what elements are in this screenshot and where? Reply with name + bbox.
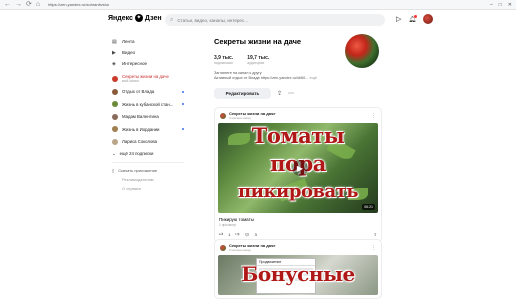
advertisers-link[interactable]: Рекламодателям [112,175,184,184]
search-icon: ⌕ [170,16,174,23]
thumbnail-text: пикировать [237,181,359,202]
avatar [220,244,226,251]
avatar [112,88,118,95]
maximize-icon[interactable]: □ [499,2,502,8]
header-actions: ▷ 🔔︎ [396,14,434,24]
studio-icon[interactable]: ▷ [396,15,401,23]
description-more-link[interactable]: ещё [309,76,316,80]
avatar[interactable] [423,14,434,24]
comment-count: 3 [254,231,257,237]
zen-star-icon [134,14,143,22]
card-header: Секреты жизни на даче 3 месяца назад ⋮ [215,108,381,120]
card-date: 3 месяца назад [229,115,251,120]
sidebar-channel-label: Жизнь в Иордании [122,126,160,132]
video-card[interactable]: Секреты жизни на даче 3 месяца назад ⋮ П… [214,239,382,299]
sidebar-item-feed[interactable]: ▤ Лента [112,36,184,47]
sidebar-channel[interactable]: Секреты жизни на даче мой канал [112,73,184,86]
video-duration: 06:21 [362,204,375,210]
share-icon[interactable]: ⇪ [374,232,377,237]
stat-label: аудитория [247,61,265,65]
sidebar-item-label: Интересное [122,61,147,66]
card-channel-name[interactable]: Секреты жизни на даче [229,243,275,248]
thumbnail-text: Бонусные [241,262,355,286]
more-icon[interactable]: ⋮ [371,245,376,251]
sidebar-channel-label: Жизнь в кубанской стан... [122,101,174,107]
close-icon[interactable]: ✕ [508,2,512,8]
search-bar[interactable]: ⌕ [165,14,385,26]
avatar [112,138,118,145]
card-header: Секреты жизни на даче 3 месяца назад ⋮ [215,240,381,252]
sidebar-item-video[interactable]: ▶ Видео [112,47,184,58]
dislike-icon[interactable]: 👎︎ [235,231,239,237]
sidebar-channel-sub: мой канал [122,79,139,84]
stat-subscribers: 3,9 тыс. подписчики [214,55,233,65]
video-thumbnail[interactable]: Томаты пора пикировать ▶ 06:21 [218,123,378,213]
channel-actions: Редактировать ⇪ ⋯ [214,88,384,99]
like-count: 1 [228,231,231,237]
about-link[interactable]: О сервисе [112,184,184,193]
sidebar-channel[interactable]: Жизнь в кубанской стан... [112,98,184,111]
sidebar-item-label: Видео [122,50,136,55]
stat-label: подписчики [214,61,233,65]
sidebar-channel[interactable]: Отдых от Влада [112,86,184,99]
chevron-down-icon: ⌄ [112,150,116,156]
more-icon[interactable]: ⋯ [288,90,294,97]
stat-audience: 19,7 тыс. аудитория [247,55,269,65]
new-content-dot [182,103,184,106]
home-icon[interactable]: ⌂ [36,0,40,10]
play-icon[interactable]: ▶ [292,160,308,176]
reload-icon[interactable]: ⟳ [26,0,32,10]
card-date: 3 месяца назад [229,247,251,252]
forward-icon[interactable]: → [15,0,22,10]
logo-product: Дзен [144,14,162,22]
like-icon[interactable]: 👍︎ [219,231,223,237]
browser-toolbar: ← → ⟳ ⌂ https://zen.yandex.ru/sohranitvs… [0,0,516,10]
avatar [112,126,118,133]
sidebar-more-label: ещё 24 подписки [119,151,154,156]
divider [112,162,184,163]
sidebar-item-interesting[interactable]: ◈ Интересное [112,58,184,69]
download-app-link[interactable]: ▯ Скачать приложение [112,166,184,175]
logo[interactable]: Яндекс Дзен [108,14,162,22]
card-channel-name[interactable]: Секреты жизни на даче [229,111,275,116]
site-header: Яндекс Дзен ⌕ ▷ 🔔︎ [0,10,516,30]
avatar [220,112,226,119]
avatar [112,113,118,120]
sidebar: ▤ Лента ▶ Видео ◈ Интересное Секреты жиз… [112,36,184,193]
comment-icon[interactable]: 💬︎ [244,232,249,237]
new-content-dot [182,90,184,93]
avatar [112,101,118,108]
search-input[interactable] [177,17,368,23]
minimize-icon[interactable]: – [490,2,493,8]
more-icon[interactable]: ⋮ [371,113,376,119]
sidebar-channel[interactable]: Жизнь в Иордании [112,123,184,136]
sidebar-channel-label: Мадам Валентина [122,114,159,120]
sidebar-channel-label: Лариса Соколова [122,139,158,145]
edit-button[interactable]: Редактировать [214,88,271,99]
new-content-dot [182,128,184,131]
logo-brand: Яндекс [108,14,133,22]
phone-icon: ▯ [112,168,115,173]
share-icon[interactable]: ⇪ [277,90,282,97]
sidebar-channel[interactable]: Лариса Соколова [112,136,184,149]
sidebar-item-label: Лента [122,39,135,44]
notifications-icon[interactable]: 🔔︎ [408,14,417,23]
interesting-icon: ◈ [112,60,116,67]
footer-label: Скачать приложение [118,168,158,173]
video-card[interactable]: Секреты жизни на даче 3 месяца назад ⋮ Т… [214,107,382,243]
description-line: Активный отдых от Влада https://zen.yand… [214,76,309,80]
channel-avatar [345,34,379,68]
sidebar-more-subscriptions[interactable]: ⌄ ещё 24 подписки [112,148,184,159]
video-icon: ▶ [112,49,116,56]
address-bar[interactable]: https://zen.yandex.ru/sohranitvsho [48,2,348,7]
channel-description: Заглянете на канал к другу Активный отды… [214,71,384,81]
sidebar-channel-label: Отдых от Влада [122,89,155,95]
video-thumbnail[interactable]: Продвижение Бонусные [218,255,378,295]
back-icon[interactable]: ← [4,0,11,10]
thumbnail-text: Томаты [251,123,345,148]
feed-icon: ▤ [112,38,117,45]
sidebar-channel[interactable]: Мадам Валентина [112,111,184,124]
avatar [112,76,118,83]
card-title[interactable]: Пикирую томаты [215,213,381,222]
